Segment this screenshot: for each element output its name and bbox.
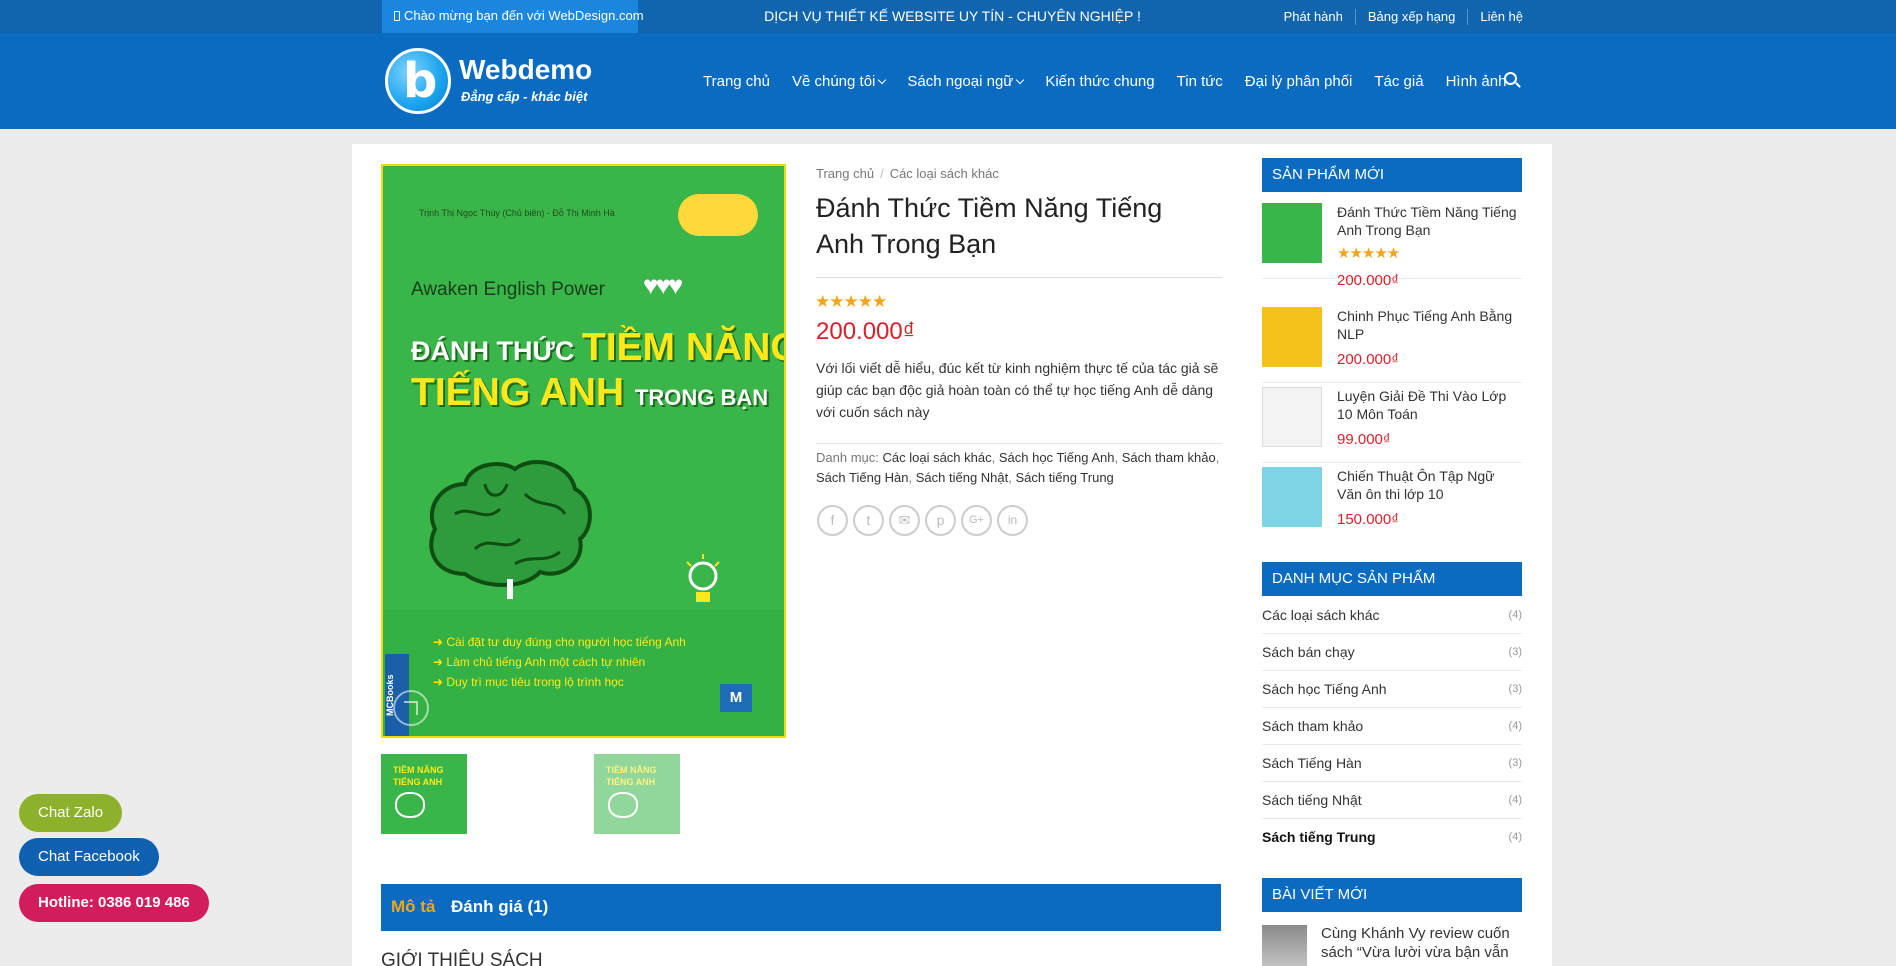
product-thumbnail [1262,467,1322,527]
logo-mark: b [385,48,451,114]
cover-series: Awaken English Power [411,279,605,300]
hotline-button[interactable]: Hotline: 0386 019 486 [19,884,209,922]
category-link[interactable]: Sách tiếng Nhật [916,470,1009,485]
new-product-price: 99.000₫ [1337,431,1391,448]
sidebar-category[interactable]: Sách học Tiếng Anh (3) [1262,671,1522,708]
logo-name: Webdemo [459,54,593,85]
top-bar: Chào mừng bạn đến với WebDesign.com DỊCH… [0,0,1896,33]
nav-kien-thuc-chung[interactable]: Kiến thức chung [1034,73,1165,90]
cover-cloud-illustration [678,194,758,236]
recent-post-item[interactable]: Cùng Khánh Vy review cuốn sách “Vừa lười… [1262,925,1522,966]
tab-description[interactable]: Mô tả [391,897,435,917]
new-product-name[interactable]: Đánh Thức Tiềm Năng Tiếng Anh Trong Bạn [1337,203,1522,239]
new-product-item[interactable]: Đánh Thức Tiềm Năng Tiếng Anh Trong Bạn … [1262,203,1522,289]
cover-badge: M [720,684,752,712]
cover-title-line2: TIẾNG ANH TRONG BẠN [411,371,769,414]
product-tabs: Mô tả Đánh giá (1) [381,884,1221,931]
google-plus-icon[interactable]: G+ [961,505,992,536]
logo-tagline: Đẳng cấp - khác biệt [461,89,588,104]
sidebar-category[interactable]: Sách tiếng Nhật (4) [1262,782,1522,819]
twitter-icon[interactable]: t [853,505,884,536]
post-title[interactable]: Cùng Khánh Vy review cuốn sách “Vừa lười… [1321,924,1521,962]
linkedin-icon[interactable]: in [997,505,1028,536]
product-title: Đánh Thức Tiềm Năng Tiếng Anh Trong Bạn [816,193,1163,259]
tab-reviews[interactable]: Đánh giá (1) [451,897,548,917]
section-heading: GIỚI THIỆU SÁCH [381,950,543,966]
new-product-item[interactable]: Luyện Giải Đề Thi Vào Lớp 10 Môn Toán 99… [1262,387,1522,463]
product-rating-stars: ★★★★★ [815,292,887,311]
facebook-icon[interactable]: f [817,505,848,536]
main-nav: Trang chủ Về chúng tôi Sách ngoại ngữ Ki… [692,33,1517,129]
welcome-banner: Chào mừng bạn đến với WebDesign.com [382,0,644,33]
sidebar-category[interactable]: Sách bán chạy (3) [1262,634,1522,671]
top-link-lien-he[interactable]: Liên hệ [1467,8,1523,25]
email-icon[interactable]: ✉ [889,505,920,536]
nav-tac-gia[interactable]: Tác giả [1363,73,1434,90]
cover-people-icon: ♥♥♥ [643,270,683,300]
post-thumbnail [1262,925,1307,966]
nav-tin-tuc[interactable]: Tin tức [1166,73,1234,90]
product-thumbnail [1262,307,1322,367]
product-thumbnail [1262,203,1322,263]
categories-heading: DANH MỤC SẢN PHẨM [1262,562,1522,596]
category-link[interactable]: Sách Tiếng Hàn [816,470,909,485]
new-product-price: 150.000₫ [1337,511,1399,528]
chat-zalo-button[interactable]: Chat Zalo [19,794,123,832]
divider [816,443,1222,444]
service-slogan: DỊCH VỤ THIẾT KẾ WEBSITE UY TÍN - CHUYÊN… [764,8,1141,24]
brain-illustration [429,459,592,599]
category-link[interactable]: Sách tiếng Trung [1016,470,1114,485]
new-products-heading: SẢN PHẨM MỚI [1262,158,1522,192]
nav-trang-chu[interactable]: Trang chủ [692,73,781,90]
category-link[interactable]: Sách học Tiếng Anh [999,450,1115,465]
new-product-item[interactable]: Chinh Phục Tiếng Anh Bằng NLP 200.000₫ [1262,307,1522,383]
product-price: 200.000₫ [816,318,916,345]
recent-posts-heading: BÀI VIẾT MỚI [1262,878,1522,912]
top-link-phat-hanh[interactable]: Phát hành [1272,9,1355,25]
new-product-price: 200.000₫ [1337,272,1399,289]
top-links: Phát hành Bảng xếp hạng Liên hệ [1272,0,1523,33]
sidebar-category[interactable]: Sách Tiếng Hàn (3) [1262,745,1522,782]
nav-ve-chung-toi[interactable]: Về chúng tôi [781,73,896,90]
cover-bullets: ➜ Cài đặt tư duy đúng cho người học tiến… [433,635,686,689]
product-thumbnail-2[interactable]: TIỀM NĂNG TIẾNG ANH [594,754,680,834]
breadcrumb-home[interactable]: Trang chủ [816,166,874,181]
category-link[interactable]: Các loại sách khác [883,450,992,465]
cover-authors: Trịnh Thị Ngọc Thúy (Chủ biên) - Đỗ Thị … [419,208,615,218]
new-product-item[interactable]: Chiến Thuật Ôn Tập Ngữ Văn ôn thi lớp 10… [1262,467,1522,529]
new-product-name[interactable]: Chinh Phục Tiếng Anh Bằng NLP [1337,307,1522,343]
chat-facebook-button[interactable]: Chat Facebook [19,838,159,876]
chevron-down-icon [1016,75,1025,84]
product-thumbnail [1262,387,1322,447]
chevron-down-icon [878,75,887,84]
main-header: b Webdemo Đẳng cấp - khác biệt Trang chủ… [0,33,1896,129]
rating-stars: ★★★★★ [1337,245,1400,262]
divider [816,277,1222,278]
new-product-price: 200.000₫ [1337,351,1399,368]
expand-image-icon[interactable] [393,690,429,726]
welcome-text: Chào mừng bạn đến với WebDesign.com [404,8,644,23]
breadcrumb-category[interactable]: Các loại sách khác [890,166,999,181]
new-product-name[interactable]: Chiến Thuật Ôn Tập Ngữ Văn ôn thi lớp 10 [1337,467,1522,503]
product-description: Với lối viết dễ hiểu, đúc kết từ kinh ng… [816,360,1219,420]
nav-dai-ly-phan-phoi[interactable]: Đại lý phân phối [1234,73,1364,90]
lightbulb-illustration [686,554,720,602]
nav-sach-ngoai-ngu[interactable]: Sách ngoại ngữ [896,73,1034,90]
new-product-name[interactable]: Luyện Giải Đề Thi Vào Lớp 10 Môn Toán [1337,387,1522,423]
category-link[interactable]: Sách tham khảo [1122,450,1216,465]
sidebar-category-active[interactable]: Sách tiếng Trung (4) [1262,819,1522,856]
sidebar-category[interactable]: Sách tham khảo (4) [1262,708,1522,745]
share-buttons: f t ✉ p G+ in [817,505,1028,536]
breadcrumb: Trang chủ / Các loại sách khác [816,166,999,181]
product-thumbnail-1[interactable]: TIỀM NĂNG TIẾNG ANH [381,754,467,834]
cover-title-line1: ĐÁNH THỨC TIỀM NĂNG [411,326,786,369]
top-link-bang-xep-hang[interactable]: Bảng xếp hạng [1354,8,1467,25]
product-categories: Danh mục: Các loại sách khác, Sách học T… [816,450,1220,485]
sidebar-category[interactable]: Các loại sách khác (4) [1262,597,1522,634]
pinterest-icon[interactable]: p [925,505,956,536]
phone-icon [394,11,400,21]
site-logo[interactable]: b Webdemo Đẳng cấp - khác biệt [385,48,605,114]
search-icon[interactable] [1504,72,1521,88]
product-main-image[interactable]: Trịnh Thị Ngọc Thúy (Chủ biên) - Đỗ Thị … [381,164,786,738]
